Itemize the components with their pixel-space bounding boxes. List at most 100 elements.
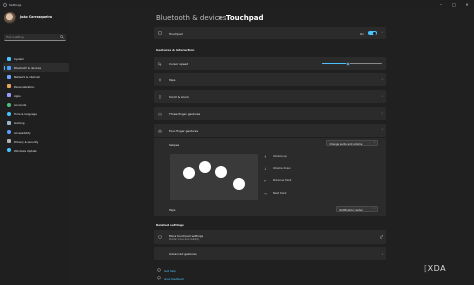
sidebar-item-label: Bluetooth & devices	[14, 66, 42, 71]
legend-label: Next track	[273, 192, 287, 196]
brush-icon	[7, 84, 11, 89]
svg-text:?: ?	[158, 270, 159, 272]
arrow-right-icon: →	[264, 192, 267, 196]
sidebar-item-label: Time & language	[14, 112, 37, 117]
touchpad-card[interactable]: Touchpad On ˄	[154, 27, 386, 39]
shield-icon	[7, 139, 11, 144]
sidebar-item-personalization[interactable]: Personalization	[3, 82, 69, 91]
finger-dot	[233, 178, 245, 190]
four-finger-label: Four-finger gestures	[169, 129, 199, 133]
three-finger-label: Three-finger gestures	[169, 112, 201, 116]
cursor-speed-thumb[interactable]	[345, 61, 350, 66]
divider	[154, 137, 386, 138]
legend-label: Previous track	[273, 179, 292, 183]
xda-watermark: [XDA	[424, 264, 446, 273]
accounts-icon	[7, 102, 11, 107]
scroll-zoom-label: Scroll & zoom	[169, 95, 189, 99]
sidebar-item-privacy-security[interactable]: Privacy & security	[3, 137, 69, 146]
taps-label: Taps	[169, 78, 176, 82]
sidebar-item-time-language[interactable]: Time & language	[3, 109, 69, 118]
sidebar-item-windows-update[interactable]: Windows Update	[3, 146, 69, 155]
system-icon	[7, 56, 11, 61]
xda-watermark-text: XDA	[427, 264, 447, 273]
four-finger-icon	[158, 129, 162, 133]
taps-row[interactable]: Taps ˅	[154, 73, 386, 86]
sidebar-item-network-internet[interactable]: Network & internet	[3, 72, 69, 81]
open-external-icon	[379, 235, 383, 239]
more-touchpad-settings-row[interactable]: More touchpad settings Pointer icons and…	[154, 230, 386, 244]
chevron-down-icon: ˅	[381, 111, 384, 116]
sidebar-item-label: System	[14, 57, 25, 61]
accessibility-icon	[7, 130, 11, 135]
search-placeholder: Find a setting	[6, 36, 24, 39]
search-icon	[60, 35, 64, 39]
sidebar-item-accessibility[interactable]: Accessibility	[3, 128, 69, 137]
swipes-label: Swipes	[169, 143, 180, 147]
advanced-gestures-row[interactable]: Advanced gestures ›	[154, 247, 386, 260]
help-icon: ?	[157, 268, 161, 272]
update-icon	[7, 148, 11, 153]
legend-label: Volume up	[273, 155, 287, 159]
three-finger-row[interactable]: Three-finger gestures ˅	[154, 107, 386, 120]
settings-app-icon	[3, 2, 7, 7]
sidebar-item-apps[interactable]: Apps	[3, 91, 69, 100]
finger-dot	[199, 161, 211, 173]
advanced-gestures-label: Advanced gestures	[169, 252, 197, 256]
sidebar-item-accounts[interactable]: Accounts	[3, 100, 69, 109]
touchpad-label: Touchpad	[169, 31, 183, 36]
tap-icon	[159, 78, 161, 82]
finger-dot	[183, 167, 195, 179]
chevron-up-icon[interactable]: ˄	[382, 128, 384, 132]
bluetooth-icon	[7, 65, 11, 70]
breadcrumb-parent[interactable]: Bluetooth & devices	[156, 14, 227, 22]
scroll-icon	[159, 94, 161, 99]
touchpad-state: On	[360, 31, 364, 36]
chevron-down-icon: ˅	[381, 94, 384, 99]
taps-dropdown[interactable]: Notification center ˅	[336, 206, 378, 212]
finger-dot	[215, 166, 227, 178]
minimize-button[interactable]: –	[436, 2, 446, 8]
sidebar-item-label: Accessibility	[14, 130, 31, 135]
three-finger-icon	[158, 112, 162, 116]
sidebar-item-bluetooth-devices[interactable]: Bluetooth & devices	[3, 63, 69, 73]
gaming-icon	[7, 120, 11, 125]
feedback-icon	[157, 276, 161, 280]
breadcrumb-separator: >	[217, 14, 223, 22]
globe-icon	[7, 111, 11, 116]
gesture-illustration	[170, 154, 258, 200]
sidebar-item-label: Personalization	[14, 84, 35, 89]
chevron-down-icon: ˅	[373, 208, 375, 212]
give-feedback-link[interactable]: Give feedback	[164, 277, 184, 281]
maximize-button[interactable]: □	[449, 2, 459, 8]
get-help-link[interactable]: Get help	[164, 269, 176, 273]
chevron-up-icon[interactable]: ˄	[382, 31, 384, 35]
user-name: João Carrasqueira	[20, 15, 53, 19]
taps-setting-label: Taps	[169, 208, 176, 212]
cursor-icon	[158, 61, 162, 66]
cursor-speed-label: Cursor speed	[169, 62, 189, 66]
title-bar: Settings – □ ✕	[0, 0, 474, 9]
network-icon	[7, 74, 11, 79]
swipes-value: Change audio and volume	[329, 142, 363, 146]
legend-label: Volume down	[273, 167, 291, 171]
close-button[interactable]: ✕	[462, 2, 472, 8]
sidebar-nav: System Bluetooth & devices Network & int…	[3, 54, 69, 155]
arrow-left-icon: ←	[264, 179, 267, 183]
sidebar-item-system[interactable]: System	[3, 54, 69, 63]
chevron-down-icon: ˅	[381, 77, 384, 82]
sidebar-item-gaming[interactable]: Gaming	[3, 118, 69, 127]
search-input[interactable]: Find a setting	[4, 34, 66, 41]
sidebar-item-label: Accounts	[14, 102, 27, 107]
scroll-zoom-row[interactable]: Scroll & zoom ˅	[154, 90, 386, 103]
window-title: Settings	[9, 2, 22, 7]
arrow-up-icon: ↑	[264, 155, 267, 159]
touchpad-toggle[interactable]	[368, 30, 377, 36]
arrow-down-icon: ↓	[264, 167, 267, 171]
sidebar-item-label: Apps	[14, 93, 21, 98]
more-touchpad-sub: Pointer icons and visibility	[169, 237, 199, 241]
cursor-speed-fill	[322, 63, 348, 65]
sidebar-item-label: Network & internet	[14, 75, 40, 80]
swipes-dropdown[interactable]: Change audio and volume ˅	[326, 140, 378, 146]
avatar[interactable]	[4, 12, 16, 24]
apps-icon	[7, 93, 11, 98]
